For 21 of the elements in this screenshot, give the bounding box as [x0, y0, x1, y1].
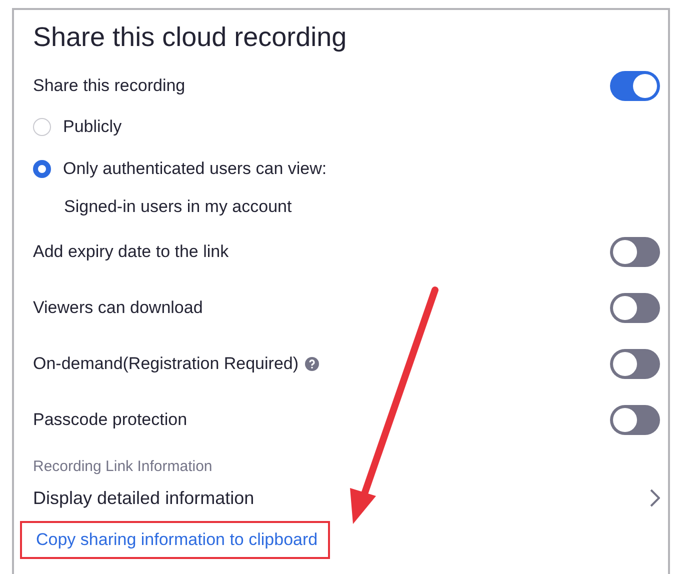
section-heading: Recording Link Information: [33, 458, 212, 474]
copy-link[interactable]: Copy sharing information to clipboard: [36, 530, 318, 549]
toggle-switch[interactable]: [610, 405, 660, 435]
help-icon[interactable]: [304, 357, 319, 371]
setting-label: Passcode protection: [33, 410, 188, 430]
option-note: Signed-in users in my account: [64, 197, 292, 217]
detail-row[interactable]: Display detailed information: [33, 478, 660, 518]
radio-button[interactable]: [33, 160, 51, 178]
dialog-title: Share this cloud recording: [33, 21, 348, 54]
toggle-switch[interactable]: [610, 349, 660, 379]
radio-button[interactable]: [33, 118, 51, 136]
setting-label: Share this recording: [33, 76, 186, 96]
radio-label: Only authenticated users can view:: [63, 159, 327, 179]
toggle-switch[interactable]: [610, 237, 660, 267]
setting-label: On-demand(Registration Required): [33, 354, 299, 374]
setting-label: Viewers can download: [33, 298, 203, 318]
setting-label: Add expiry date to the link: [33, 242, 229, 262]
chevron-icon: [650, 489, 660, 507]
toggle-switch[interactable]: [610, 293, 660, 323]
toggle-switch[interactable]: [610, 71, 660, 101]
radio-label: Publicly: [63, 117, 122, 137]
